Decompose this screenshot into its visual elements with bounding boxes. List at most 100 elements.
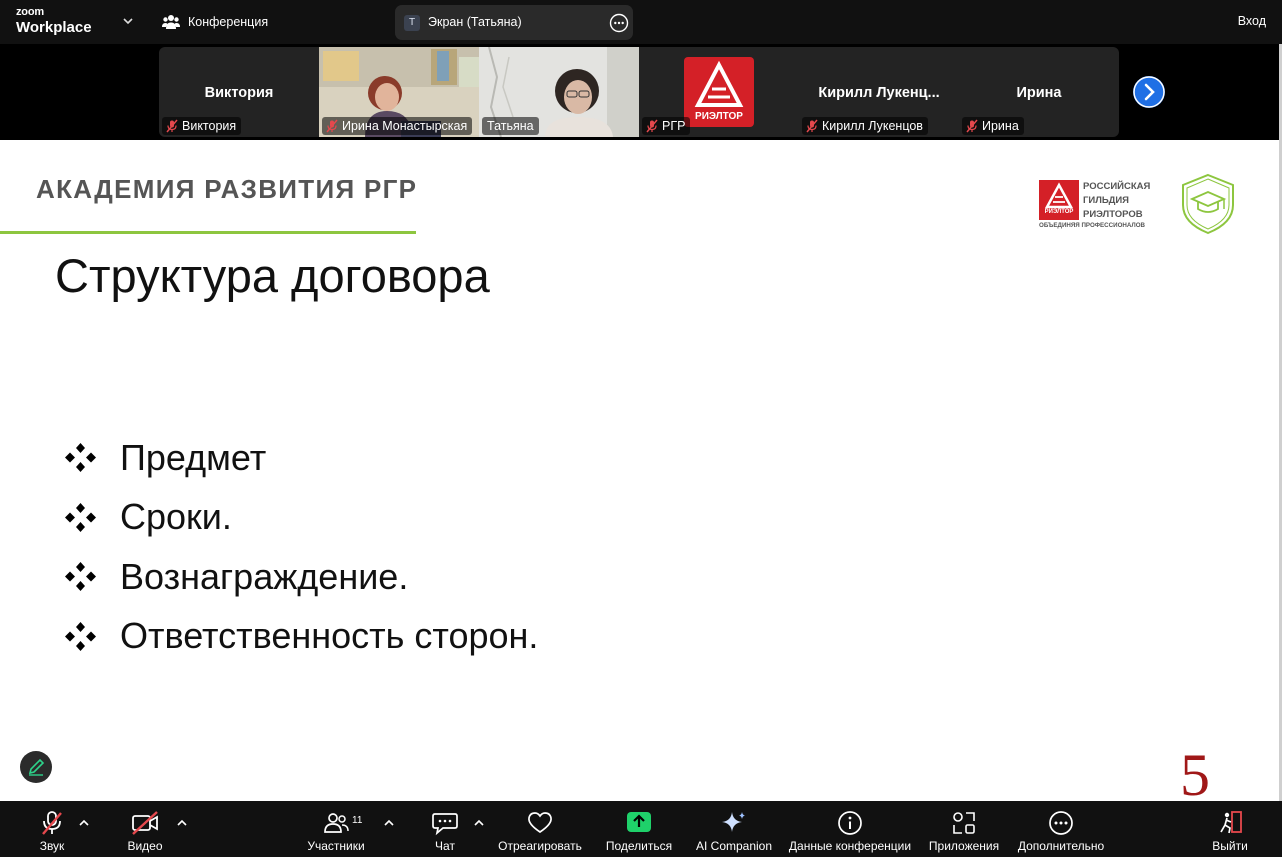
video-button[interactable]: Видео <box>120 801 170 857</box>
more-options-icon[interactable] <box>609 13 629 33</box>
academy-shield-icon <box>1182 173 1234 235</box>
conference-menu[interactable]: Конференция <box>162 13 268 31</box>
bullet-text: Вознаграждение. <box>120 555 409 597</box>
mic-muted-icon <box>326 119 338 133</box>
login-link[interactable]: Вход <box>1238 14 1266 28</box>
chevron-up-icon[interactable] <box>78 817 90 829</box>
more-dots-icon <box>1049 811 1073 835</box>
people-group-icon <box>162 15 180 29</box>
participant-tile[interactable]: Виктория Виктория <box>159 47 319 137</box>
react-button[interactable]: Отреагировать <box>497 801 583 857</box>
chevron-up-icon[interactable] <box>473 817 485 829</box>
participant-tile[interactable]: РИЭЛТОР РГР <box>639 47 799 137</box>
conference-label: Конференция <box>188 15 269 29</box>
participant-tile-active-speaker[interactable]: Татьяна <box>479 47 639 137</box>
chat-label: Чат <box>435 839 455 853</box>
four-diamond-bullet-icon <box>65 621 96 651</box>
slide-title: Структура договора <box>55 249 490 302</box>
heart-icon <box>528 812 552 834</box>
participants-button[interactable]: Участники <box>303 801 369 857</box>
mic-muted-icon <box>806 119 818 133</box>
rgr-logo-text: РОССИЙСКАЯ ГИЛЬДИЯ РИЭЛТОРОВ <box>1083 180 1150 222</box>
bullet-text: Ответственность сторон. <box>120 615 539 657</box>
participant-tag-label: Ирина <box>982 119 1019 133</box>
participant-tag: Виктория <box>162 117 242 135</box>
four-diamond-bullet-icon <box>65 443 96 473</box>
chat-bubble-icon <box>432 813 458 836</box>
pencil-icon <box>28 758 45 776</box>
participants-icon <box>324 813 349 833</box>
participant-name: Ирина <box>1016 85 1062 101</box>
rgr-logo-subtitle: ОБЪЕДИНЯЯ ПРОФЕССИОНАЛОВ <box>1039 222 1146 229</box>
apps-button[interactable]: Приложения <box>927 801 1001 857</box>
chevron-up-icon[interactable] <box>383 817 395 829</box>
rgr-avatar-logo: РИЭЛТОР <box>684 57 754 127</box>
rgr-avatar-text: РИЭЛТОР <box>695 111 743 122</box>
next-page-button[interactable] <box>1133 76 1165 108</box>
participant-tile[interactable]: Кирилл Лукенц... Кирилл Лукенцов <box>799 47 959 137</box>
brand-small: zoom <box>16 6 44 18</box>
bullet-text: Предмет <box>120 436 267 478</box>
meeting-info-label: Данные конференции <box>788 839 912 853</box>
bullet-item: Вознаграждение. <box>64 547 538 607</box>
apps-icon <box>953 812 975 834</box>
ai-companion-button[interactable]: AI Companion <box>694 801 774 857</box>
shared-screen-label: Экран (Татьяна) <box>428 15 522 29</box>
participant-tag-label: Татьяна <box>487 119 534 133</box>
brand-main: Workplace <box>16 19 92 36</box>
ai-companion-label: AI Companion <box>695 839 773 853</box>
chevron-up-icon[interactable] <box>176 817 188 829</box>
participant-name: Виктория <box>204 85 274 101</box>
bullet-item: Ответственность сторон. <box>64 607 538 667</box>
participant-tile[interactable]: Ирина Монастырская <box>319 47 479 137</box>
participants-count: 11 <box>352 815 363 826</box>
mic-muted-icon <box>166 119 178 133</box>
participant-tag-label: Виктория <box>182 119 237 133</box>
bullet-text: Сроки. <box>120 496 232 538</box>
annotate-button[interactable] <box>20 751 52 783</box>
rgr-logo: РИЭЛТОР РОССИЙСКАЯ ГИЛЬДИЯ РИЭЛТОРОВ ОБЪ… <box>1039 178 1159 234</box>
slide-header: АКАДЕМИЯ РАЗВИТИЯ РГР <box>36 174 418 204</box>
participant-tag: Ирина Монастырская <box>322 117 473 135</box>
participants-label: Участники <box>307 839 365 853</box>
sparkle-icon <box>722 812 745 832</box>
participant-tag-label: РГР <box>662 119 686 133</box>
rgr-logo-line: РОССИЙСКАЯ <box>1083 181 1151 192</box>
leave-door-icon <box>1220 811 1242 834</box>
top-bar: zoom Workplace Конференция T Экран (Тать… <box>0 0 1282 44</box>
four-diamond-bullet-icon <box>65 502 96 532</box>
zoom-workplace-logo[interactable]: zoom Workplace <box>16 6 92 36</box>
chevron-down-icon[interactable] <box>122 15 134 27</box>
bullet-list: Предмет Сроки. Вознаграждение. Ответстве… <box>64 428 538 666</box>
bullet-item: Сроки. <box>64 488 538 548</box>
mic-muted-icon <box>42 811 62 835</box>
slide-page-number: 5 <box>1180 742 1210 808</box>
participant-tag: Ирина <box>962 117 1024 135</box>
shared-screen-pill[interactable]: T Экран (Татьяна) <box>395 5 633 40</box>
meeting-info-button[interactable]: Данные конференции <box>788 801 912 857</box>
participants-strip: Виктория Виктория Ирина Монастырская Тат… <box>0 44 1282 140</box>
share-screen-button[interactable]: Поделиться <box>604 801 674 857</box>
participant-name: Кирилл Лукенц... <box>818 85 940 101</box>
participant-tag-label: Кирилл Лукенцов <box>822 119 923 133</box>
audio-button[interactable]: Звук <box>30 801 74 857</box>
meeting-toolbar: Звук Видео Участники 11 Чат Отреагироват… <box>0 801 1282 857</box>
sharer-avatar: T <box>404 15 420 31</box>
participant-tag: РГР <box>642 117 691 135</box>
react-label: Отреагировать <box>498 839 582 853</box>
more-button[interactable]: Дополнительно <box>1016 801 1106 857</box>
mic-muted-icon <box>966 119 978 133</box>
participant-tile[interactable]: Ирина Ирина <box>959 47 1119 137</box>
mic-muted-icon <box>646 119 658 133</box>
info-icon <box>838 811 862 835</box>
video-off-icon <box>132 811 158 835</box>
share-screen-icon <box>627 812 651 832</box>
rgr-logo-box-text: РИЭЛТОР <box>1044 209 1074 215</box>
shared-slide: АКАДЕМИЯ РАЗВИТИЯ РГР РИЭЛТОР РОССИЙСКАЯ… <box>0 140 1279 805</box>
rgr-logo-box: РИЭЛТОР <box>1039 180 1079 220</box>
chat-button[interactable]: Чат <box>425 801 465 857</box>
leave-button[interactable]: Выйти <box>1210 801 1250 857</box>
header-divider <box>0 231 416 234</box>
participant-tag: Татьяна <box>482 117 539 135</box>
participants-gallery: Виктория Виктория Ирина Монастырская Тат… <box>159 47 1119 137</box>
